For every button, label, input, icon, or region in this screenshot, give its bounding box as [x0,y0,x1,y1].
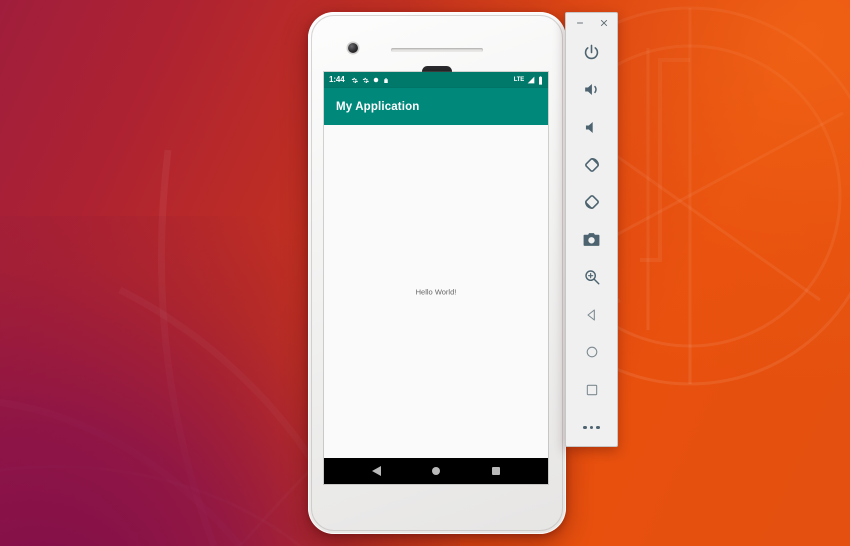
battery-icon [539,75,542,85]
earpiece-speaker [391,48,483,52]
phone-screen[interactable]: 1:44 LTE My Application Hello World! [324,72,548,484]
minimize-button[interactable] [574,17,586,29]
power-icon [584,44,599,59]
volume-up-button[interactable] [565,71,618,109]
hello-world-text: Hello World! [415,287,457,296]
rotate-left-icon [584,157,599,172]
volume-down-button[interactable] [565,109,618,147]
minimize-icon [576,22,583,24]
power-button[interactable] [565,34,618,72]
zoom-button[interactable] [565,259,618,297]
gear-icon [351,77,358,83]
android-navigation-bar [324,458,548,484]
front-camera-icon [348,43,358,53]
status-bar-right-icons: LTE [513,75,543,85]
circle-icon [373,77,378,83]
camera-icon [583,233,600,247]
dot [596,425,600,429]
desktop-wallpaper: 1:44 LTE My Application Hello World! [0,0,850,546]
rotate-right-button[interactable] [565,184,618,222]
volume-up-icon [585,84,597,96]
nav-back-button[interactable] [371,466,381,476]
close-button[interactable] [598,17,610,29]
close-icon [600,19,607,26]
screenshot-button[interactable] [565,221,618,259]
square-overview-icon [586,384,597,395]
bag-icon [383,77,388,83]
more-button[interactable] [565,409,618,447]
square-recents-icon [492,467,501,475]
status-bar-clock: 1:44 [329,75,345,84]
android-status-bar: 1:44 LTE [324,72,548,88]
rotate-left-button[interactable] [565,146,618,184]
status-bar-left-icons [351,77,389,84]
dot [589,425,594,429]
emulator-home-button[interactable] [565,334,618,372]
triangle-back-icon [586,309,595,321]
emulator-back-button[interactable] [565,296,618,334]
app-toolbar: My Application [324,88,548,125]
network-type-label: LTE [513,77,525,83]
gear-icon [362,77,369,83]
volume-down-icon [585,121,593,133]
app-title: My Application [336,100,420,113]
emulator-tool-list [566,33,617,447]
circle-home-icon [586,346,597,358]
signal-icon [527,76,535,84]
circle-home-icon [432,467,441,475]
triangle-back-icon [371,466,381,476]
zoom-in-icon [584,270,599,285]
emulator-overview-button[interactable] [565,371,618,409]
emulator-phone-frame: 1:44 LTE My Application Hello World! [308,12,569,534]
app-content-area[interactable]: Hello World! [324,125,548,458]
dot [583,425,587,429]
nav-home-button[interactable] [432,467,441,475]
more-dots-icon [583,425,600,429]
nav-recents-button[interactable] [492,467,501,475]
rotate-right-icon [584,195,599,210]
emulator-side-toolbar[interactable] [565,12,618,447]
window-controls [566,13,617,33]
